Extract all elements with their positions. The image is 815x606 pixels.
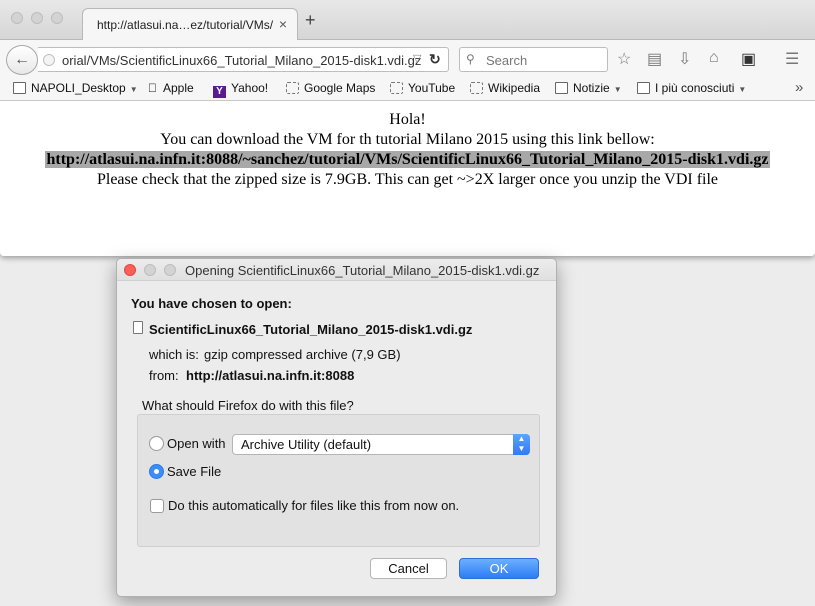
search-icon: ⚲ <box>466 52 475 66</box>
bookmark-label: Notizie <box>573 81 610 95</box>
file-type-value: gzip compressed archive (7,9 GB) <box>204 347 401 362</box>
bookmark-wikipedia[interactable]: Wikipedia <box>470 81 540 95</box>
tab-close-icon[interactable]: × <box>279 16 287 32</box>
auto-action-checkbox[interactable] <box>150 499 164 513</box>
folder-icon <box>637 82 650 94</box>
navigation-toolbar: ← orial/VMs/ScientificLinux66_Tutorial_M… <box>0 40 815 77</box>
open-with-radio[interactable] <box>149 436 164 451</box>
dialog-title: Opening ScientificLinux66_Tutorial_Milan… <box>185 263 540 278</box>
window-close-button[interactable] <box>11 12 23 24</box>
evernote-icon[interactable]: ▣ <box>741 49 756 69</box>
ok-button[interactable]: OK <box>459 558 539 579</box>
cancel-button[interactable]: Cancel <box>370 558 447 579</box>
bookmark-napoli-desktop[interactable]: NAPOLI_Desktop ▼ <box>13 81 138 95</box>
page-icon <box>286 82 299 94</box>
bookmark-label: Apple <box>154 81 194 95</box>
save-file-label[interactable]: Save File <box>167 464 221 479</box>
dialog-heading: You have chosen to open: <box>131 296 292 311</box>
bookmark-yahoo[interactable]: Y Yahoo! <box>213 81 268 98</box>
bookmarks-toolbar: NAPOLI_Desktop▼ Apple YYahoo! Google Ma… <box>0 77 815 101</box>
bookmark-label: I più conosciuti <box>655 81 735 95</box>
chevron-down-icon: ▼ <box>129 85 138 94</box>
bookmark-apple[interactable]: Apple <box>148 81 194 95</box>
greeting-text: Hola! <box>389 111 426 128</box>
download-link[interactable]: http://atlasui.na.infn.it:8088/~sanchez/… <box>45 151 770 168</box>
bookmark-youtube[interactable]: YouTube <box>390 81 455 95</box>
menu-icon[interactable]: ☰ <box>785 49 799 69</box>
folder-icon <box>13 82 26 94</box>
chevron-down-icon: ▼ <box>613 85 622 94</box>
bookmark-i-piu-conosciuti[interactable]: I più conosciuti ▼ <box>637 81 746 95</box>
intro-text: You can download the VM for th tutorial … <box>160 131 655 148</box>
reload-icon[interactable]: ↻ <box>429 51 441 68</box>
dialog-zoom-button <box>164 264 176 276</box>
globe-icon <box>43 54 55 66</box>
dialog-minimize-button <box>144 264 156 276</box>
download-icon[interactable]: ⇩ <box>678 49 691 69</box>
select-arrows-icon: ▲ ▼ <box>513 434 530 455</box>
source-value: http://atlasui.na.infn.it:8088 <box>186 368 355 383</box>
url-dropdown-icon[interactable]: ▽ <box>413 52 421 65</box>
home-icon[interactable]: ⌂ <box>709 49 719 67</box>
bookmark-label: Google Maps <box>304 81 376 95</box>
action-question: What should Firefox do with this file? <box>142 398 354 413</box>
dialog-close-button[interactable] <box>124 264 136 276</box>
page-icon <box>470 82 483 94</box>
size-note-text: Please check that the zipped size is 7.9… <box>96 171 719 188</box>
open-with-label[interactable]: Open with <box>167 436 226 451</box>
title-bar: http://atlasui.na…ez/tutorial/VMs/ × + <box>0 0 815 41</box>
yahoo-icon: Y <box>213 86 226 98</box>
new-tab-button[interactable]: + <box>305 11 316 29</box>
file-type-label: which is: <box>149 347 199 362</box>
page-icon <box>390 82 403 94</box>
page-content: Hola! You can download the VM for th tut… <box>0 102 815 256</box>
url-text[interactable]: orial/VMs/ScientificLinux66_Tutorial_Mil… <box>62 53 421 68</box>
back-button[interactable]: ← <box>6 45 38 75</box>
tab[interactable]: http://atlasui.na…ez/tutorial/VMs/ × <box>82 8 298 41</box>
bookmark-star-icon[interactable]: ☆ <box>617 49 631 69</box>
search-placeholder: Search <box>486 53 528 68</box>
back-arrow-icon: ← <box>14 51 30 68</box>
action-options-group: Open with Archive Utility (default) ▲ ▼ S… <box>137 414 540 547</box>
application-select[interactable]: Archive Utility (default) ▲ ▼ <box>232 434 530 455</box>
browser-window: http://atlasui.na…ez/tutorial/VMs/ × + ←… <box>0 0 815 256</box>
bookmark-label: Yahoo! <box>231 81 269 95</box>
search-bar[interactable]: ⚲ Search <box>459 47 608 72</box>
window-zoom-button[interactable] <box>51 12 63 24</box>
folder-icon <box>555 82 568 94</box>
bookmark-label: YouTube <box>408 81 456 95</box>
chevron-down-icon: ▼ <box>738 85 747 94</box>
window-minimize-button[interactable] <box>31 12 43 24</box>
bookmark-label: Wikipedia <box>488 81 541 95</box>
auto-action-label[interactable]: Do this automatically for files like thi… <box>168 498 459 513</box>
reading-list-icon[interactable]: ▤ <box>647 49 662 69</box>
file-name: ScientificLinux66_Tutorial_Milano_2015-d… <box>149 322 473 337</box>
file-icon <box>133 321 143 334</box>
save-file-radio[interactable] <box>149 464 164 479</box>
application-select-value: Archive Utility (default) <box>241 437 372 452</box>
tab-title: http://atlasui.na…ez/tutorial/VMs/ <box>97 18 274 32</box>
bookmarks-overflow-icon[interactable]: » <box>795 79 803 96</box>
dialog-title-bar: Opening ScientificLinux66_Tutorial_Milan… <box>117 259 556 281</box>
bookmark-label: NAPOLI_Desktop <box>31 81 126 95</box>
source-label: from: <box>149 368 179 383</box>
download-dialog: Opening ScientificLinux66_Tutorial_Milan… <box>116 258 557 597</box>
url-bar[interactable]: orial/VMs/ScientificLinux66_Tutorial_Mil… <box>38 47 449 72</box>
apple-icon:  <box>148 81 157 95</box>
bookmark-google-maps[interactable]: Google Maps <box>286 81 375 95</box>
bookmark-notizie[interactable]: Notizie ▼ <box>555 81 622 95</box>
